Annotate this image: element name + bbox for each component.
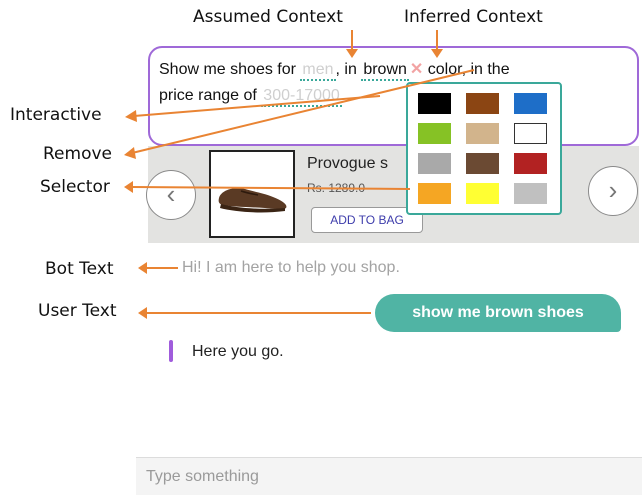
bot-greeting: Hi! I am here to help you shop.: [182, 259, 400, 276]
color-swatch[interactable]: [466, 183, 499, 204]
carousel-prev-button[interactable]: ‹: [146, 170, 196, 220]
query-suffix: color, in the: [427, 61, 510, 78]
message-composer: [136, 457, 642, 495]
query-line-1: Show me shoes for men, in brown ✕ color, …: [159, 59, 510, 81]
color-swatch[interactable]: [418, 123, 451, 144]
user-message-bubble: show me brown shoes: [375, 294, 621, 332]
query-mid: , in: [335, 61, 357, 78]
color-swatch[interactable]: [466, 123, 499, 144]
callout-remove: Remove: [43, 144, 112, 164]
callout-user-text: User Text: [38, 301, 117, 321]
color-swatch[interactable]: [418, 153, 451, 174]
query-box: Show me shoes for men, in brown ✕ color, …: [148, 46, 639, 146]
query-line2-prefix: price range of: [159, 87, 257, 104]
callout-bot-text: Bot Text: [45, 259, 114, 279]
callout-interactive: Interactive: [10, 105, 102, 125]
callout-inferred-context: Inferred Context: [404, 7, 543, 27]
color-swatch[interactable]: [466, 93, 499, 114]
remove-icon[interactable]: ✕: [410, 61, 423, 78]
carousel-next-button[interactable]: ›: [588, 166, 638, 216]
price-range-token[interactable]: 300-17000: [261, 86, 342, 107]
message-input[interactable]: [146, 466, 626, 488]
shoe-icon: [218, 188, 287, 213]
color-swatch[interactable]: [418, 183, 451, 204]
color-swatch[interactable]: [514, 153, 547, 174]
callout-assumed-context: Assumed Context: [193, 7, 343, 27]
query-line-2: price range of 300-17000: [159, 86, 342, 107]
arrow-user-text: [138, 307, 371, 319]
product-name[interactable]: Provogue s: [307, 155, 388, 173]
bot-reply: Here you go.: [192, 343, 284, 360]
color-token[interactable]: brown: [361, 60, 409, 81]
color-swatch[interactable]: [514, 93, 547, 114]
color-swatch[interactable]: [466, 153, 499, 174]
color-selector: [406, 82, 562, 215]
color-swatch[interactable]: [418, 93, 451, 114]
color-swatch[interactable]: [514, 183, 547, 204]
query-prefix: Show me shoes for: [159, 61, 296, 78]
arrow-bot-text: [138, 262, 178, 274]
bot-reply-indicator: [169, 340, 173, 362]
product-image[interactable]: [209, 150, 295, 238]
color-swatch[interactable]: [514, 123, 547, 144]
product-price: Rs. 1289.0: [307, 181, 366, 195]
gender-token[interactable]: men: [300, 60, 336, 81]
callout-selector: Selector: [40, 177, 110, 197]
